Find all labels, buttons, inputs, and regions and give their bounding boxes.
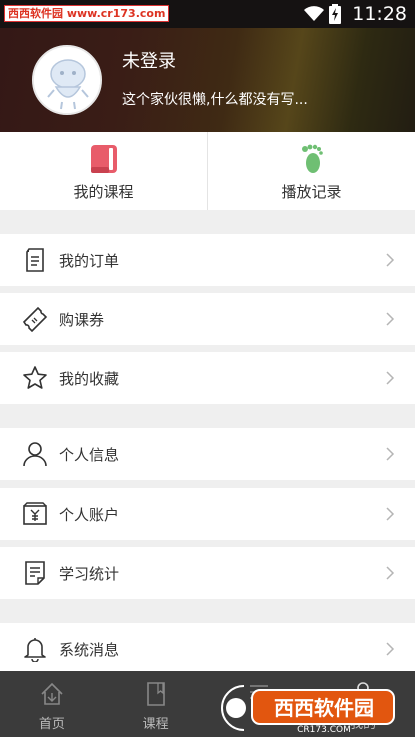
bio-text: 这个家伙很懒,什么都没有写... [122, 92, 308, 108]
menu-item-personal-info[interactable]: 个人信息 [0, 428, 415, 480]
star-icon [23, 366, 47, 389]
status-icons [303, 4, 341, 24]
menu-item-coupons[interactable]: 购课券 [0, 293, 415, 345]
default-avatar-icon [34, 47, 100, 113]
chevron-right-icon [386, 312, 395, 326]
coupon-ticket-icon [22, 306, 48, 332]
home-icon [41, 682, 63, 705]
wifi-icon [304, 6, 324, 21]
menu-label-coupons: 购课券 [59, 311, 105, 329]
logo-text: 西西软件园 [274, 696, 374, 720]
footprint-icon [301, 144, 323, 173]
my-courses-label: 我的课程 [73, 183, 134, 201]
chevron-right-icon [386, 447, 395, 461]
avatar[interactable] [32, 45, 102, 115]
menu-item-account[interactable]: 个人账户 [0, 488, 415, 540]
chevron-right-icon [386, 642, 395, 656]
menu-item-messages[interactable]: 系统消息 [0, 623, 415, 671]
person-icon [23, 442, 47, 467]
chevron-right-icon [386, 566, 395, 580]
battery-charging-icon [329, 4, 341, 24]
menu-label-personal-info: 个人信息 [59, 446, 120, 464]
status-bar: 西西软件园 www.cr173.com 11:28 [0, 0, 415, 28]
menu-item-study-stats[interactable]: 学习统计 [0, 547, 415, 599]
my-courses-button[interactable]: 我的课程 [0, 132, 207, 210]
status-time: 11:28 [352, 3, 407, 25]
play-history-button[interactable]: 播放记录 [207, 132, 415, 210]
wallet-yen-icon [23, 502, 47, 525]
menu-item-orders[interactable]: 我的订单 [0, 234, 415, 286]
menu-label-favorites: 我的收藏 [59, 370, 120, 388]
site-logo-watermark: 西西软件园 CR173.COM [221, 685, 395, 734]
nav-label-courses: 课程 [142, 717, 169, 732]
username[interactable]: 未登录 [122, 47, 176, 73]
menu-label-messages: 系统消息 [59, 641, 120, 659]
chevron-right-icon [386, 253, 395, 267]
logo-subtext: CR173.COM [297, 725, 351, 734]
order-document-icon [26, 248, 44, 272]
watermark-text: 西西软件园 www.cr173.com [4, 5, 170, 22]
menu-label-orders: 我的订单 [59, 252, 120, 270]
course-icon [146, 682, 165, 706]
nav-tab-courses[interactable]: 课程 [104, 671, 208, 737]
menu-item-favorites[interactable]: 我的收藏 [0, 352, 415, 404]
report-document-icon [25, 561, 45, 585]
play-history-label: 播放记录 [281, 183, 342, 201]
nav-label-home: 首页 [38, 717, 65, 732]
quick-actions: 我的课程 播放记录 [0, 132, 415, 210]
bell-icon [24, 638, 46, 662]
menu-label-study-stats: 学习统计 [59, 565, 120, 583]
chevron-right-icon [386, 507, 395, 521]
menu-label-account: 个人账户 [59, 506, 120, 524]
chevron-right-icon [386, 371, 395, 385]
book-icon [90, 145, 117, 173]
profile-header[interactable]: 未登录 这个家伙很懒,什么都没有写... [0, 28, 415, 132]
nav-tab-home[interactable]: 首页 [0, 671, 104, 737]
